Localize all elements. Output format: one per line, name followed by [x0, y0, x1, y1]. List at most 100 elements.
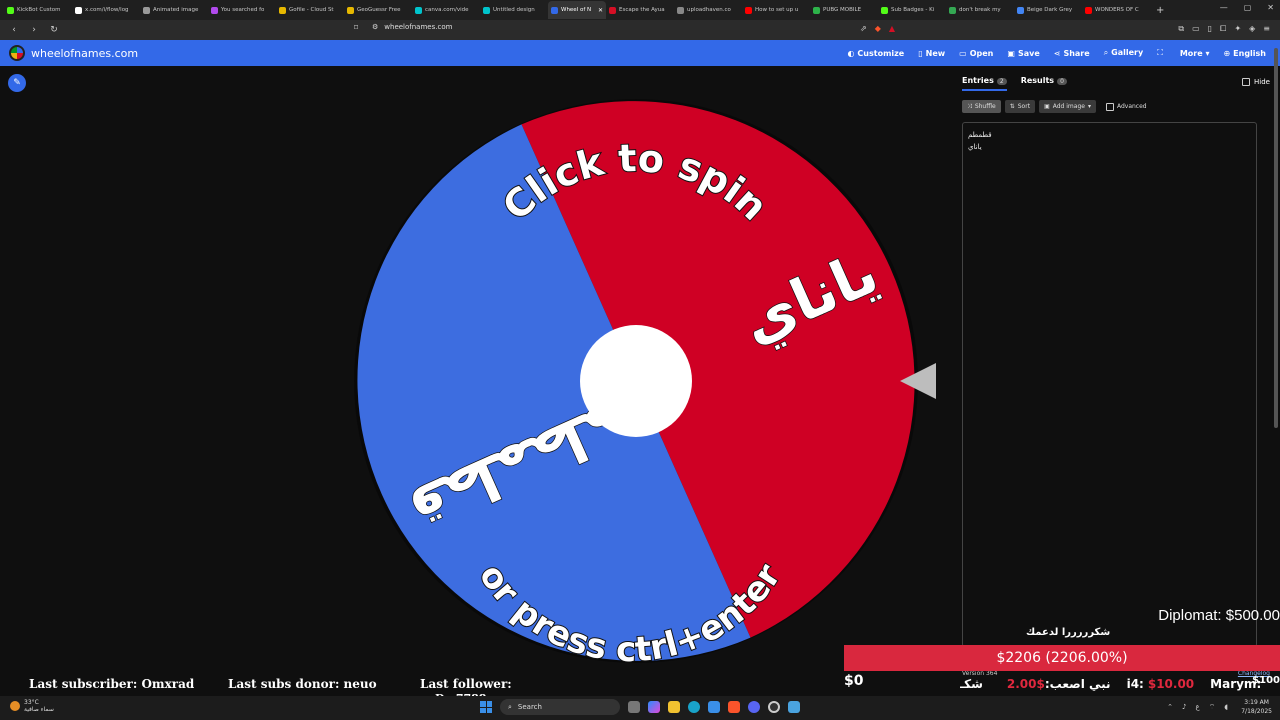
edge-icon[interactable]	[688, 701, 700, 713]
browser-tab-title: GeoGuessr Free	[357, 7, 401, 13]
favicon-icon	[609, 6, 616, 14]
tab-close-icon[interactable]: ✕	[598, 7, 603, 14]
forward-icon[interactable]: ›	[28, 25, 40, 35]
wifi-icon[interactable]: ⌔	[1209, 703, 1216, 712]
site-name[interactable]: wheelofnames.com	[31, 47, 138, 60]
wheel-center-hub[interactable]	[580, 325, 692, 437]
clock-time: 3:19 AM	[1244, 699, 1269, 706]
reload-icon[interactable]: ↻	[48, 25, 60, 35]
ticker-item: شكـ	[960, 677, 987, 693]
browser-tab[interactable]: PUBG MOBILE	[810, 1, 878, 19]
browser-tab[interactable]: Gofile - Cloud St	[276, 1, 344, 19]
wheel-svg[interactable]: ياناي قطمطم Click to spin or press ctrl+…	[0, 66, 950, 696]
wheel-area[interactable]: ياناي قطمطم Click to spin or press ctrl+…	[0, 66, 950, 696]
volume-icon[interactable]: ◖	[1224, 703, 1228, 712]
chevron-up-icon[interactable]: ⌃	[1167, 703, 1173, 712]
menu-item-save[interactable]: ▣ Save	[1007, 49, 1039, 58]
page-scrollbar[interactable]	[1274, 48, 1278, 428]
windows-start-icon[interactable]	[480, 701, 492, 713]
sort-button[interactable]: ⇅ Sort	[1004, 100, 1036, 113]
discord-icon[interactable]	[748, 701, 760, 713]
brave-shield-icon[interactable]: ◆	[875, 24, 881, 33]
copilot-icon[interactable]	[648, 701, 660, 713]
menu-item-gallery[interactable]: ⌕ Gallery	[1104, 48, 1144, 58]
maximize-icon[interactable]: ▢	[1244, 3, 1252, 12]
file-explorer-icon[interactable]	[668, 701, 680, 713]
url-field[interactable]: ⚙ wheelofnames.com	[372, 23, 452, 31]
clock-date: 7/18/2025	[1241, 708, 1272, 715]
menu-item-more[interactable]: More ▾	[1180, 49, 1210, 58]
file-icon: ▯	[918, 48, 923, 58]
entries-toolbar: ⤨ Shuffle ⇅ Sort ▣ Add image ▾ Advanced	[962, 100, 1147, 113]
browser-tab[interactable]: Sub Badges - Ki	[878, 1, 946, 19]
browser-tab[interactable]: Wheel of N ✕	[548, 1, 606, 19]
entries-textarea[interactable]: قطمطم ياناي	[962, 122, 1257, 647]
favicon-icon	[7, 6, 14, 14]
wallet-icon[interactable]: ▭	[1192, 24, 1200, 34]
wheel-logo-icon[interactable]	[9, 45, 25, 61]
site-info-icon[interactable]: ⚙	[372, 23, 378, 31]
vpn-icon[interactable]: ◈	[1249, 24, 1255, 34]
rewards-icon[interactable]: ▲	[889, 24, 895, 33]
ticker-item: نبي اصعب:$2.00	[1003, 677, 1111, 693]
notepad-icon[interactable]	[788, 701, 800, 713]
tab-results[interactable]: Results 0	[1021, 76, 1067, 91]
menu-icon[interactable]: ≡	[1263, 24, 1270, 34]
share-page-icon[interactable]: ⇗	[860, 24, 867, 33]
menu-item-share[interactable]: ⋖ Share	[1054, 49, 1090, 58]
menu-item-label: Share	[1063, 48, 1090, 58]
back-icon[interactable]: ‹	[8, 25, 20, 35]
browser-tab[interactable]: KickBot Custom	[4, 1, 72, 19]
language-indicator[interactable]: ع	[1196, 703, 1200, 712]
browser-tab[interactable]: Animated image	[140, 1, 208, 19]
address-bar: ‹ › ↻ ⌑ ⚙ wheelofnames.com ⇗ ◆ ▲ ⧉ ▭ ▯ ⧠…	[0, 20, 1280, 40]
shuffle-button[interactable]: ⤨ Shuffle	[962, 100, 1001, 113]
extensions-icon[interactable]: ⧉	[1178, 24, 1184, 34]
menu-item-open[interactable]: ▭ Open	[959, 49, 993, 58]
weather-widget[interactable]: 33°C سماء صافية	[10, 699, 54, 713]
minimize-icon[interactable]: —	[1220, 3, 1228, 12]
menu-item-english[interactable]: ⊕ English	[1223, 49, 1266, 58]
menu-item-fullscreen[interactable]: ⛶	[1157, 48, 1166, 58]
system-tray: ⌃ ♪ ع ⌔ ◖	[1167, 703, 1228, 712]
browser-tab[interactable]: x.com/i/flow/log	[72, 1, 140, 19]
browser-tab-title: uploadhaven.co	[687, 7, 731, 13]
task-view-icon[interactable]	[628, 701, 640, 713]
hide-toggle[interactable]: Hide	[1242, 78, 1270, 86]
close-icon[interactable]: ✕	[1267, 3, 1274, 12]
hide-checkbox[interactable]	[1242, 78, 1251, 86]
advanced-toggle[interactable]: Advanced	[1105, 102, 1147, 111]
favicon-icon	[347, 6, 354, 14]
browser-tab[interactable]: Beige Dark Grey	[1014, 1, 1082, 19]
ticker-amount: $2.00	[1006, 677, 1045, 691]
browser-tab[interactable]: Escape the Ayua	[606, 1, 674, 19]
ticker-item: Marym:$	[1210, 677, 1260, 693]
browser-tab[interactable]: You searched fo	[208, 1, 276, 19]
menu-item-label: Gallery	[1111, 48, 1144, 57]
menu-item-customize[interactable]: ◐ Customize	[847, 49, 904, 58]
brave-icon[interactable]	[728, 701, 740, 713]
leo-icon[interactable]: ✦	[1234, 24, 1241, 34]
sidebar-icon[interactable]: ▯	[1208, 24, 1212, 34]
advanced-checkbox[interactable]	[1105, 102, 1114, 111]
mic-icon[interactable]: ♪	[1182, 703, 1186, 712]
browser-tab[interactable]: Untitled design	[480, 1, 548, 19]
browser-tab[interactable]: canva.com/vide	[412, 1, 480, 19]
new-tab-button[interactable]: +	[1150, 5, 1170, 16]
add-image-button[interactable]: ▣ Add image ▾	[1039, 100, 1096, 113]
browser-tab[interactable]: WONDERS OF C	[1082, 1, 1150, 19]
bookmark-icon[interactable]: ⌑	[354, 23, 358, 32]
obs-icon[interactable]	[768, 701, 780, 713]
clock[interactable]: 3:19 AM 7/18/2025	[1241, 698, 1272, 716]
store-icon[interactable]	[708, 701, 720, 713]
browser-tab[interactable]: don't break my	[946, 1, 1014, 19]
tabs-icon[interactable]: ⧠	[1220, 24, 1226, 34]
menu-item-new[interactable]: ▯ New	[918, 49, 945, 58]
browser-tab[interactable]: How to set up u	[742, 1, 810, 19]
browser-tab[interactable]: uploadhaven.co	[674, 1, 742, 19]
browser-tab-title: PUBG MOBILE	[823, 7, 862, 13]
favicon-icon	[211, 6, 218, 14]
tab-entries[interactable]: Entries 2	[962, 76, 1007, 91]
taskbar-search[interactable]: ⌕ Search	[500, 699, 620, 715]
browser-tab[interactable]: GeoGuessr Free	[344, 1, 412, 19]
